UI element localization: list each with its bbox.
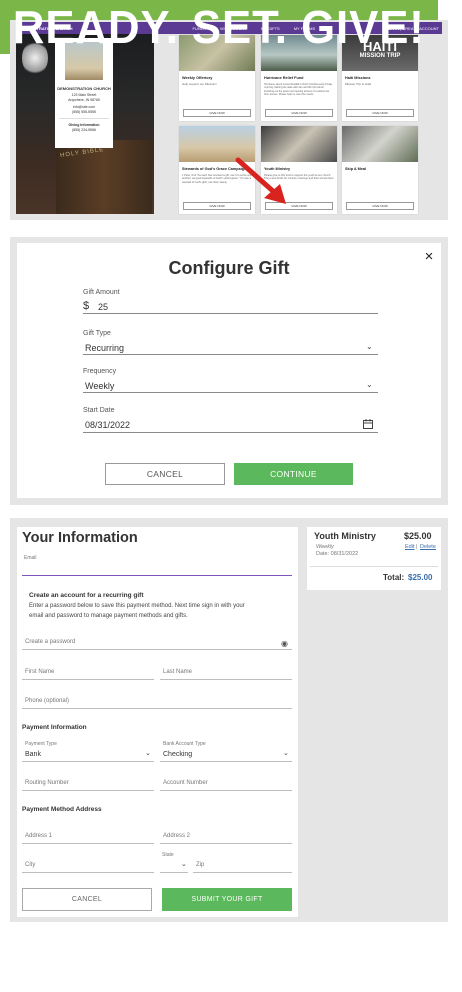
- first-name-underline: [22, 679, 154, 680]
- card-title: Weekly Offertory: [182, 76, 213, 80]
- phone-underline: [22, 708, 292, 709]
- fund-card-skip-a-meal[interactable]: Skip A Meal GIVE NOW: [342, 126, 418, 214]
- summary-date: Date: 08/31/2022: [316, 551, 359, 557]
- first-name-input[interactable]: First Name: [25, 669, 54, 675]
- gift-amount-label: Gift Amount: [83, 289, 120, 296]
- gift-type-label: Gift Type: [83, 330, 111, 337]
- chevron-down-icon[interactable]: ⌄: [366, 342, 373, 351]
- card-title: Skip A Meal: [345, 167, 367, 171]
- give-now-button[interactable]: GIVE NOW: [265, 109, 333, 117]
- start-date-label: Start Date: [83, 407, 115, 414]
- church-info-card: DEMONSTRATION CHURCH 123 Main Street Any…: [55, 38, 113, 148]
- configure-gift-dialog: [17, 243, 441, 498]
- email-label: Email: [24, 555, 37, 561]
- red-arrow-annotation: [235, 157, 286, 204]
- last-name-underline: [160, 679, 292, 680]
- chevron-down-icon[interactable]: ⌄: [366, 380, 373, 389]
- church-phone: (555) 555-5555: [72, 109, 96, 114]
- gift-type-select[interactable]: Recurring: [85, 343, 124, 353]
- frequency-underline: [83, 392, 378, 393]
- amount-underline: [83, 313, 378, 314]
- account-type-underline: [160, 761, 292, 762]
- start-date-input[interactable]: 08/31/2022: [85, 420, 130, 430]
- city-underline: [22, 872, 154, 873]
- give-now-button[interactable]: GIVE NOW: [346, 109, 414, 117]
- account-text-line1: Enter a password below to save this paym…: [29, 603, 245, 609]
- give-now-button[interactable]: GIVE NOW: [183, 109, 251, 117]
- password-input[interactable]: Create a password: [25, 639, 75, 645]
- email-field[interactable]: [22, 575, 292, 576]
- summary-amount: $25.00: [404, 531, 432, 541]
- card-description: Help support our Mission!!: [182, 82, 217, 86]
- payment-heading: Payment Information: [22, 724, 87, 731]
- account-type-label: Bank Account Type: [163, 741, 206, 747]
- eye-icon[interactable]: ◉: [281, 639, 288, 648]
- payment-type-select[interactable]: Bank: [25, 751, 41, 758]
- total-label: Total:: [383, 573, 405, 582]
- money-image: [342, 126, 418, 162]
- edit-link[interactable]: Edit: [405, 544, 414, 550]
- currency-symbol: $: [83, 300, 90, 312]
- summary-fund-name: Youth Ministry: [314, 531, 376, 541]
- zip-underline: [193, 872, 292, 873]
- close-icon[interactable]: ×: [422, 248, 436, 265]
- chevron-down-icon[interactable]: ⌄: [145, 749, 151, 757]
- frequency-label: Frequency: [83, 368, 117, 375]
- total-amount: $25.00: [408, 573, 433, 582]
- link-separator: |: [416, 544, 418, 550]
- account-heading: Create an account for a recurring gift: [29, 592, 144, 599]
- your-information-form: [17, 527, 298, 917]
- give-now-button[interactable]: GIVE NOW: [346, 202, 414, 210]
- church-address-line2: Anywhere, IN 98765: [68, 98, 100, 103]
- chevron-down-icon[interactable]: ⌄: [283, 749, 289, 757]
- church-name: DEMONSTRATION CHURCH: [57, 86, 111, 91]
- giving-phone: (855) 234-5566: [72, 127, 96, 132]
- address-heading: Payment Method Address: [22, 806, 102, 813]
- card-title: Haiti Missions: [345, 76, 371, 80]
- account-number-input[interactable]: Account Number: [163, 780, 208, 786]
- zip-input[interactable]: Zip: [196, 862, 204, 868]
- cancel-button[interactable]: CANCEL: [22, 888, 152, 911]
- ready-set-give-banner: READY. SET. GIVE!: [0, 0, 438, 54]
- form-title: Your Information: [22, 530, 138, 546]
- city-input[interactable]: City: [25, 862, 35, 868]
- continue-button[interactable]: CONTINUE: [234, 463, 353, 485]
- phone-input[interactable]: Phone (optional): [25, 698, 69, 704]
- chevron-down-icon[interactable]: ⌄: [181, 860, 187, 868]
- card-description: Hurricane Jacob moved landfall in North …: [264, 83, 333, 96]
- card-description: Mission Trip to Haiti: [345, 82, 372, 86]
- account-type-select[interactable]: Checking: [163, 751, 192, 758]
- dialog-title: Configure Gift: [168, 258, 290, 278]
- gift-type-underline: [83, 354, 378, 355]
- state-select[interactable]: [160, 872, 188, 873]
- cancel-button[interactable]: CANCEL: [105, 463, 225, 485]
- summary-divider: [310, 566, 438, 567]
- address2-input[interactable]: Address 2: [163, 833, 190, 839]
- account-text-line2: email and password to manage payment met…: [29, 613, 188, 619]
- state-label: State: [162, 852, 174, 858]
- routing-underline: [22, 790, 154, 791]
- payment-type-label: Payment Type: [25, 741, 57, 747]
- routing-number-input[interactable]: Routing Number: [25, 780, 69, 786]
- address2-underline: [160, 843, 292, 844]
- payment-type-underline: [22, 761, 154, 762]
- calendar-icon[interactable]: [363, 419, 373, 429]
- submit-gift-button[interactable]: SUBMIT YOUR GIFT: [162, 888, 292, 911]
- divider: [59, 118, 109, 120]
- summary-frequency: Weekly: [316, 544, 334, 550]
- account-number-underline: [160, 790, 292, 791]
- delete-link[interactable]: Delete: [420, 544, 436, 550]
- password-underline: [22, 649, 292, 650]
- address1-underline: [22, 843, 154, 844]
- card-title: Hurricane Relief Fund: [264, 76, 304, 80]
- frequency-select[interactable]: Weekly: [85, 381, 114, 391]
- start-date-underline: [83, 432, 378, 433]
- last-name-input[interactable]: Last Name: [163, 669, 192, 675]
- banner-text: READY. SET. GIVE!: [13, 1, 425, 53]
- gift-amount-input[interactable]: 25: [98, 302, 108, 312]
- address1-input[interactable]: Address 1: [25, 833, 52, 839]
